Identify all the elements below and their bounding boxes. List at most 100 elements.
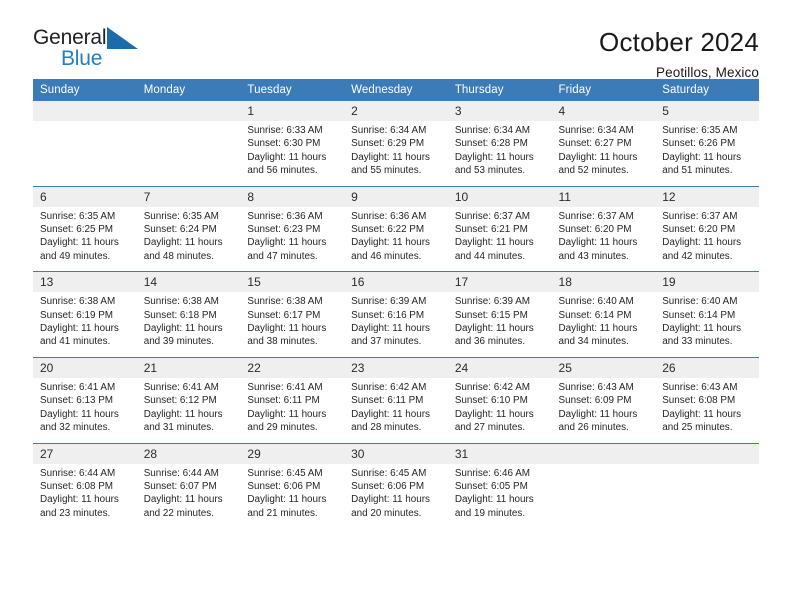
day-number[interactable]: 21 xyxy=(136,357,241,378)
day-cell[interactable]: Sunrise: 6:43 AM Sunset: 6:08 PM Daylight:… xyxy=(655,377,759,444)
day-number[interactable]: 28 xyxy=(136,443,241,464)
day-number[interactable]: 30 xyxy=(344,443,448,464)
general-blue-logo[interactable]: General Blue xyxy=(33,26,148,72)
day-daylight-l1-text: Daylight: 11 hours xyxy=(662,151,742,163)
day-daylight-l1-text: Daylight: 11 hours xyxy=(247,323,327,335)
day-daylight-l2-text: and 38 minutes. xyxy=(247,336,318,348)
day-number[interactable]: 31 xyxy=(447,443,552,464)
day-number[interactable]: 18 xyxy=(551,271,656,293)
day-cell[interactable]: Sunrise: 6:34 AM Sunset: 6:27 PM Daylight:… xyxy=(551,121,656,187)
day-number[interactable]: 20 xyxy=(33,357,137,378)
day-sunrise-text: Sunrise: 6:35 AM xyxy=(40,210,116,222)
day-number[interactable]: 14 xyxy=(136,271,241,293)
day-cell[interactable]: Sunrise: 6:42 AM Sunset: 6:10 PM Daylight:… xyxy=(447,377,552,444)
day-cell[interactable]: Sunrise: 6:41 AM Sunset: 6:13 PM Daylight:… xyxy=(33,377,137,444)
day-sunrise-text: Sunrise: 6:36 AM xyxy=(247,210,323,222)
day-daylight-l2-text: and 34 minutes. xyxy=(558,336,629,348)
day-number[interactable]: 19 xyxy=(655,271,759,293)
day-daylight-l1-text: Daylight: 11 hours xyxy=(351,237,430,249)
calendar-week-details: Sunrise: 6:38 AM Sunset: 6:19 PM Daylight:… xyxy=(33,292,759,358)
day-cell[interactable]: Sunrise: 6:40 AM Sunset: 6:14 PM Daylight:… xyxy=(655,292,759,358)
day-cell[interactable]: Sunrise: 6:38 AM Sunset: 6:18 PM Daylight:… xyxy=(136,292,241,358)
day-sunrise-text: Sunrise: 6:43 AM xyxy=(662,381,738,393)
day-number[interactable]: 24 xyxy=(447,357,552,378)
day-cell[interactable]: Sunrise: 6:34 AM Sunset: 6:28 PM Daylight:… xyxy=(447,121,552,187)
day-cell[interactable]: Sunrise: 6:44 AM Sunset: 6:08 PM Daylight:… xyxy=(33,463,137,529)
day-cell[interactable]: Sunrise: 6:45 AM Sunset: 6:06 PM Daylight:… xyxy=(344,463,448,529)
day-cell[interactable]: Sunrise: 6:41 AM Sunset: 6:11 PM Daylight:… xyxy=(240,377,345,444)
day-daylight-l2-text: and 29 minutes. xyxy=(247,422,318,434)
day-sunset-text: Sunset: 6:16 PM xyxy=(351,309,425,321)
day-sunrise-text: Sunrise: 6:40 AM xyxy=(662,296,738,308)
day-sunset-text: Sunset: 6:26 PM xyxy=(662,138,736,150)
day-cell[interactable]: Sunrise: 6:35 AM Sunset: 6:25 PM Daylight:… xyxy=(33,206,137,273)
day-number[interactable]: 3 xyxy=(447,101,552,121)
day-number[interactable]: 15 xyxy=(240,271,345,293)
day-cell[interactable]: Sunrise: 6:40 AM Sunset: 6:14 PM Daylight:… xyxy=(551,292,656,358)
day-cell[interactable]: Sunrise: 6:33 AM Sunset: 6:30 PM Daylight:… xyxy=(240,121,345,187)
day-cell[interactable]: Sunrise: 6:38 AM Sunset: 6:19 PM Daylight:… xyxy=(33,292,137,358)
day-cell[interactable]: Sunrise: 6:46 AM Sunset: 6:05 PM Daylight:… xyxy=(447,463,552,529)
title-block: October 2024 Peotillos, Mexico xyxy=(599,26,759,82)
day-number[interactable]: 9 xyxy=(344,186,448,207)
day-number[interactable]: 1 xyxy=(240,101,345,121)
day-number[interactable]: 10 xyxy=(447,186,552,207)
day-cell[interactable]: Sunrise: 6:39 AM Sunset: 6:15 PM Daylight:… xyxy=(447,292,552,358)
day-cell[interactable]: Sunrise: 6:42 AM Sunset: 6:11 PM Daylight:… xyxy=(344,377,448,444)
day-number[interactable]: 29 xyxy=(240,443,345,464)
day-cell[interactable]: Sunrise: 6:35 AM Sunset: 6:24 PM Daylight:… xyxy=(136,206,241,273)
day-cell[interactable]: Sunrise: 6:37 AM Sunset: 6:20 PM Daylight:… xyxy=(655,206,759,273)
day-number[interactable]: 16 xyxy=(344,271,448,293)
day-daylight-l1-text: Daylight: 11 hours xyxy=(558,237,638,249)
day-daylight-l2-text: and 25 minutes. xyxy=(662,422,733,434)
day-number[interactable]: 13 xyxy=(33,271,137,293)
day-number[interactable]: 2 xyxy=(344,101,448,121)
weekday-header-sunday: Sunday xyxy=(33,79,137,101)
day-cell[interactable]: Sunrise: 6:37 AM Sunset: 6:21 PM Daylight:… xyxy=(447,206,552,273)
day-sunrise-text: Sunrise: 6:45 AM xyxy=(351,467,427,479)
day-number[interactable]: 4 xyxy=(551,101,656,121)
day-number[interactable]: 8 xyxy=(240,186,345,207)
day-cell[interactable]: Sunrise: 6:36 AM Sunset: 6:22 PM Daylight:… xyxy=(344,206,448,273)
day-cell[interactable]: Sunrise: 6:43 AM Sunset: 6:09 PM Daylight:… xyxy=(551,377,656,444)
day-cell[interactable]: Sunrise: 6:39 AM Sunset: 6:16 PM Daylight:… xyxy=(344,292,448,358)
calendar-week-daynumbers: 20 21 22 23 24 25 26 xyxy=(33,357,759,378)
day-daylight-l1-text: Daylight: 11 hours xyxy=(351,494,430,506)
day-cell[interactable]: Sunrise: 6:36 AM Sunset: 6:23 PM Daylight:… xyxy=(240,206,345,273)
day-cell[interactable]: Sunrise: 6:45 AM Sunset: 6:06 PM Daylight:… xyxy=(240,463,345,529)
day-number[interactable]: 5 xyxy=(655,101,759,121)
day-cell-empty xyxy=(551,463,656,529)
day-cell[interactable]: Sunrise: 6:38 AM Sunset: 6:17 PM Daylight:… xyxy=(240,292,345,358)
day-sunrise-text: Sunrise: 6:37 AM xyxy=(454,210,531,222)
day-cell[interactable]: Sunrise: 6:37 AM Sunset: 6:20 PM Daylight:… xyxy=(551,206,656,273)
day-daylight-l1-text: Daylight: 11 hours xyxy=(454,237,534,249)
day-number[interactable]: 12 xyxy=(655,186,759,207)
day-daylight-l2-text: and 52 minutes. xyxy=(558,165,629,177)
day-number[interactable]: 27 xyxy=(33,443,137,464)
day-cell[interactable]: Sunrise: 6:44 AM Sunset: 6:07 PM Daylight:… xyxy=(136,463,241,529)
triangle-icon xyxy=(107,27,138,49)
day-number[interactable]: 23 xyxy=(344,357,448,378)
day-sunrise-text: Sunrise: 6:42 AM xyxy=(351,381,427,393)
day-sunset-text: Sunset: 6:08 PM xyxy=(662,395,736,407)
day-cell[interactable]: Sunrise: 6:35 AM Sunset: 6:26 PM Daylight:… xyxy=(655,121,759,187)
day-number[interactable]: 17 xyxy=(447,271,552,293)
day-number[interactable]: 25 xyxy=(551,357,656,378)
day-sunrise-text: Sunrise: 6:41 AM xyxy=(40,381,116,393)
day-number[interactable]: 6 xyxy=(33,186,137,207)
page-header: General Blue October 2024 Peotillos, Mex… xyxy=(33,0,759,80)
day-number[interactable]: 7 xyxy=(136,186,241,207)
day-number[interactable]: 26 xyxy=(655,357,759,378)
day-sunrise-text: Sunrise: 6:39 AM xyxy=(351,296,427,308)
day-number[interactable]: 22 xyxy=(240,357,345,378)
day-sunrise-text: Sunrise: 6:41 AM xyxy=(247,381,323,393)
day-cell[interactable]: Sunrise: 6:41 AM Sunset: 6:12 PM Daylight:… xyxy=(136,377,241,444)
day-sunset-text: Sunset: 6:27 PM xyxy=(558,138,632,150)
day-daylight-l2-text: and 31 minutes. xyxy=(143,422,214,434)
day-sunrise-text: Sunrise: 6:38 AM xyxy=(40,296,116,308)
day-sunrise-text: Sunrise: 6:46 AM xyxy=(454,467,531,479)
day-sunrise-text: Sunrise: 6:34 AM xyxy=(558,125,634,136)
day-sunrise-text: Sunrise: 6:38 AM xyxy=(143,296,219,308)
day-cell[interactable]: Sunrise: 6:34 AM Sunset: 6:29 PM Daylight:… xyxy=(344,121,448,187)
day-number[interactable]: 11 xyxy=(551,186,656,207)
